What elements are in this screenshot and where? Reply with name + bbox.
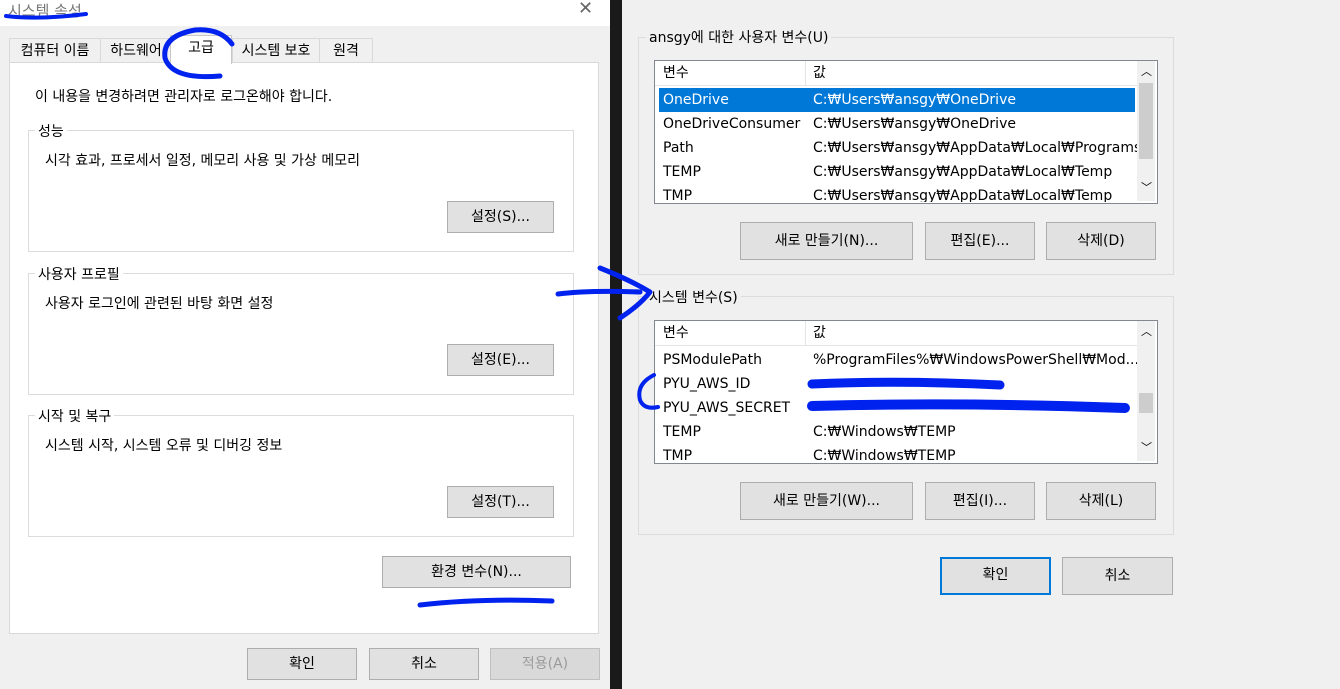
ink-bracket — [637, 373, 660, 410]
ink-underline-title — [4, 12, 88, 20]
ink-circle-tab — [162, 27, 235, 80]
ink-underline-env-button — [417, 597, 555, 608]
ink-arrow — [555, 265, 653, 321]
ink-redaction-aws-id — [807, 377, 1005, 390]
ink-annotations — [4, 12, 1130, 608]
ink-redaction-aws-secret — [807, 399, 1130, 413]
